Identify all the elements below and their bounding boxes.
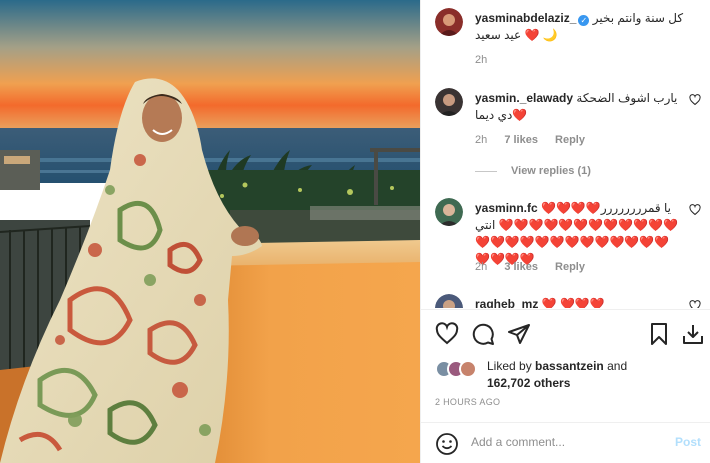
caption-meta: 2h (475, 54, 501, 66)
comment-username[interactable]: ragheb_mz (475, 297, 538, 308)
comment-username[interactable]: yasmin._elawady (475, 91, 573, 105)
comment-body: ❤️ ❤️❤️❤️ (541, 297, 605, 308)
comment-time: 2h (475, 134, 488, 146)
comment-likes[interactable]: 3 likes (504, 261, 538, 273)
comment-text: yasminn.fc ❤️❤️❤️❤️يا قمرررررررر انتي ❤️… (475, 200, 681, 268)
replies-divider (475, 170, 497, 172)
comment-item: ragheb_mz ❤️ ❤️❤️❤️ (435, 294, 701, 308)
emoji-icon[interactable] (435, 432, 459, 456)
comment-item: yasmin._elawady يارب اشوف الضحكة دي ديما… (435, 88, 701, 183)
reply-button[interactable]: Reply (555, 134, 585, 146)
comment-meta: 2h 7 likes Reply (475, 134, 599, 146)
add-comment-input[interactable] (471, 435, 641, 449)
post-caption: yasminabdelaziz_ ✓ كل سنة وانتم بخير ❤️ ع… (435, 8, 701, 68)
likes-count[interactable]: 162,702 others (487, 376, 570, 390)
post-timestamp[interactable]: 2 HOURS AGO (435, 397, 500, 407)
post-actions: Liked by bassantzein and 162,702 others … (421, 309, 710, 463)
commenter-avatar[interactable] (435, 294, 463, 308)
commenter-avatar[interactable] (435, 88, 463, 116)
comment-username[interactable]: yasminn.fc (475, 201, 538, 215)
comment-icon[interactable] (471, 322, 495, 346)
author-avatar[interactable] (435, 8, 463, 36)
liked-avatar (459, 360, 477, 378)
photo-image (0, 0, 420, 463)
post-photo[interactable] (0, 0, 420, 463)
view-replies-label: View replies (1) (511, 165, 591, 177)
heart-icon[interactable] (435, 322, 459, 346)
share-icon[interactable] (507, 322, 531, 346)
comment-text: ragheb_mz ❤️ ❤️❤️❤️ (475, 296, 681, 308)
comment-text: yasmin._elawady يارب اشوف الضحكة دي ديما… (475, 90, 681, 124)
caption-text: yasminabdelaziz_ ✓ كل سنة وانتم بخير ❤️ ع… (475, 10, 701, 44)
comments-list[interactable]: yasminabdelaziz_ ✓ كل سنة وانتم بخير ❤️ ع… (421, 0, 710, 308)
comment-item: yasminn.fc ❤️❤️❤️❤️يا قمرررررررر انتي ❤️… (435, 198, 701, 278)
commenter-avatar[interactable] (435, 198, 463, 226)
post-comment-button[interactable]: Post (675, 435, 701, 449)
view-replies-button[interactable]: View replies (1) (475, 165, 591, 177)
bookmark-icon[interactable] (647, 322, 671, 346)
verified-icon: ✓ (578, 15, 590, 26)
reply-button[interactable]: Reply (555, 261, 585, 273)
comment-likes[interactable]: 7 likes (504, 134, 538, 146)
like-comment-heart-icon[interactable] (689, 300, 701, 308)
comment-composer: Post (421, 422, 710, 463)
likes-text: Liked by bassantzein and 162,702 others (487, 358, 702, 392)
author-username[interactable]: yasminabdelaziz_ (475, 11, 576, 25)
like-comment-heart-icon[interactable] (689, 94, 701, 106)
caption-time: 2h (475, 54, 488, 66)
liked-by-joiner: and (607, 359, 628, 373)
comment-time: 2h (475, 261, 488, 273)
post-side-panel: yasminabdelaziz_ ✓ كل سنة وانتم بخير ❤️ ع… (420, 0, 710, 463)
comment-meta: 2h 3 likes Reply (475, 261, 599, 273)
like-comment-heart-icon[interactable] (689, 204, 701, 216)
liked-by-avatars[interactable] (435, 360, 481, 378)
liked-by-user[interactable]: bassantzein (535, 359, 604, 373)
download-icon[interactable] (681, 322, 705, 346)
liked-by-prefix: Liked by (487, 359, 532, 373)
